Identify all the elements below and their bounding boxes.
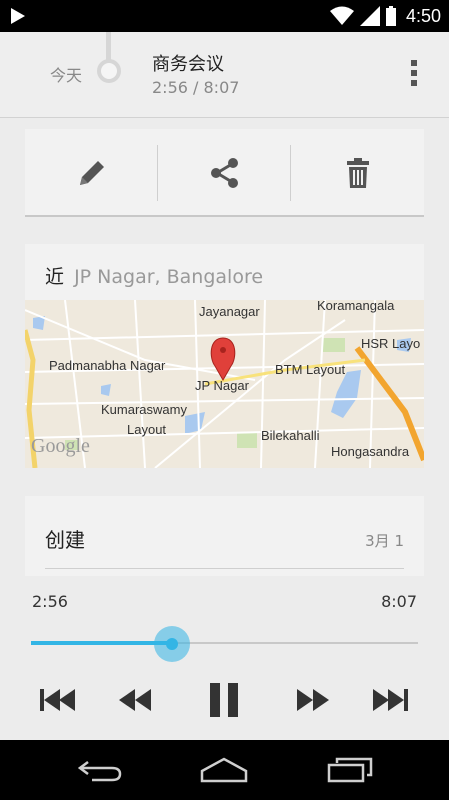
rewind-button[interactable]: [112, 682, 160, 718]
recording-duration: 2:56 / 8:07: [152, 78, 240, 97]
map-label-jayanagar: Jayanagar: [199, 304, 260, 319]
share-button[interactable]: [158, 129, 291, 217]
map-label-koramangala: Koramangala: [317, 300, 395, 313]
skip-next-icon: [373, 689, 408, 711]
status-bar: 4:50: [0, 0, 449, 32]
location-map[interactable]: Jayanagar Koramangala Padmanabha Nagar J…: [25, 300, 424, 468]
map-graphic: Jayanagar Koramangala Padmanabha Nagar J…: [25, 300, 424, 468]
pause-button[interactable]: [200, 682, 248, 718]
nav-home-button[interactable]: [194, 754, 254, 786]
nav-recents-button[interactable]: [320, 754, 380, 786]
location-header: 近 JP Nagar, Bangalore: [45, 262, 263, 289]
map-label-padmanabha: Padmanabha Nagar: [49, 358, 166, 373]
recents-icon: [327, 757, 373, 783]
rewind-icon: [119, 689, 151, 711]
map-label-hsr: HSR Layo: [361, 336, 420, 351]
map-label-kumaraswamy: Kumaraswamy: [101, 402, 187, 417]
created-card: 创建 3月 1: [25, 496, 424, 576]
total-time: 8:07: [381, 592, 417, 611]
location-card: 近 JP Nagar, Bangalore Jayanagar Koramang…: [25, 244, 424, 468]
location-place: JP Nagar, Bangalore: [74, 266, 264, 288]
status-time: 4:50: [405, 5, 441, 26]
map-label-btm: BTM Layout: [275, 362, 345, 377]
location-prefix: 近: [45, 266, 65, 288]
timeline-line: [106, 32, 111, 60]
skip-previous-button[interactable]: [34, 682, 82, 718]
back-icon: [78, 761, 122, 782]
home-icon: [200, 757, 248, 783]
created-divider: [45, 568, 404, 569]
edit-button[interactable]: [25, 129, 158, 217]
day-label: 今天: [50, 66, 83, 85]
delete-button[interactable]: [291, 129, 424, 217]
nav-back-button[interactable]: [70, 754, 130, 786]
navigation-bar: [0, 740, 449, 800]
signal-icon: [359, 6, 380, 26]
skip-next-button[interactable]: [366, 682, 414, 718]
recording-title: 商务会议: [152, 54, 224, 75]
current-time: 2:56: [32, 592, 68, 611]
player-panel: 2:56 8:07: [0, 576, 449, 740]
play-icon: [11, 8, 25, 24]
skip-previous-icon: [40, 689, 75, 711]
map-label-hongasandra: Hongasandra: [331, 444, 410, 459]
created-label: 创建: [45, 528, 85, 552]
google-logo: Google: [31, 435, 90, 457]
action-card: [25, 129, 424, 217]
fast-forward-button[interactable]: [288, 682, 336, 718]
seek-thumb[interactable]: [165, 638, 178, 650]
trash-icon: [346, 158, 369, 188]
map-label-layout: Layout: [127, 422, 166, 437]
pencil-icon: [79, 161, 104, 185]
overflow-menu-icon[interactable]: [405, 60, 423, 90]
recording-header: 今天 商务会议 2:56 / 8:07: [0, 32, 449, 118]
wifi-icon: [329, 6, 354, 25]
seek-bar-progress: [31, 641, 172, 645]
fast-forward-icon: [297, 689, 329, 711]
seek-bar[interactable]: [31, 641, 418, 645]
created-date: 3月 1: [365, 532, 404, 550]
battery-icon: [385, 6, 396, 26]
map-label-jpnagar: JP Nagar: [195, 378, 250, 393]
map-label-bilekahalli: Bilekahalli: [261, 428, 320, 443]
timeline-dot: [97, 59, 121, 83]
share-icon: [210, 158, 238, 188]
pause-icon: [210, 683, 238, 717]
